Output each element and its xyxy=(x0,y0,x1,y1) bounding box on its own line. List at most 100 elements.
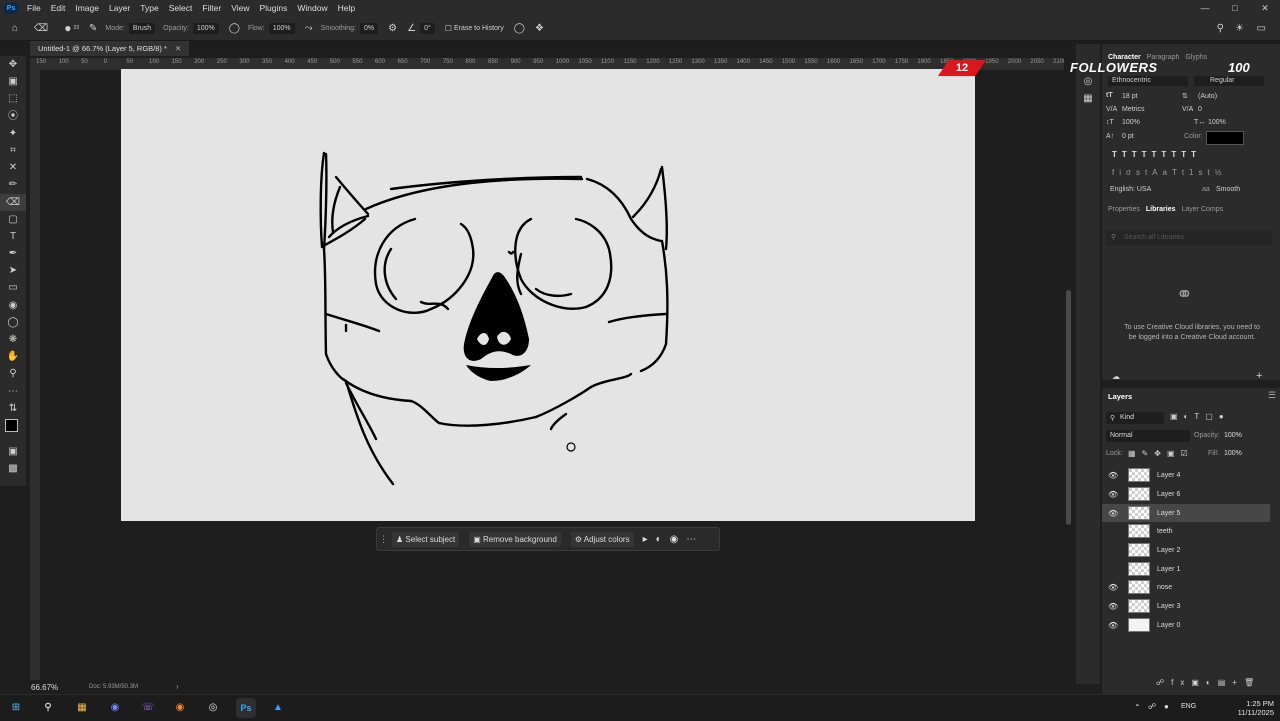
quick-selection-tool-icon[interactable]: ✦ xyxy=(0,125,26,142)
menu-help[interactable]: Help xyxy=(338,3,355,13)
screen-mode-icon[interactable]: ▩ xyxy=(0,460,26,477)
gradient-tool-icon[interactable]: ▢ xyxy=(0,211,26,228)
baseline-shift-value[interactable]: 0 pt xyxy=(1122,133,1134,140)
vertical-scale-value[interactable]: 100% xyxy=(1122,119,1140,126)
menu-layer[interactable]: Layer xyxy=(109,3,130,13)
layer-row-selected[interactable]: 👁 Layer 5 xyxy=(1102,504,1270,522)
angle-field[interactable]: 0° xyxy=(420,22,435,34)
panel-menu-icon[interactable]: ☰ xyxy=(1268,390,1276,401)
opentype-buttons[interactable]: fiσstAaTt1st½ xyxy=(1112,168,1226,177)
paint-bucket-tool-icon[interactable]: ◉ xyxy=(0,297,26,314)
menu-edit[interactable]: Edit xyxy=(51,3,66,13)
libraries-search-input[interactable]: ⚲ Search all Libraries xyxy=(1106,230,1272,246)
layer-row[interactable]: 👁 Layer 6 xyxy=(1102,485,1270,503)
eraser-tool-icon[interactable]: ⌫ xyxy=(0,193,26,211)
eye-icon[interactable]: 👁 xyxy=(1108,471,1118,480)
vertical-scrollbar[interactable] xyxy=(1066,290,1071,525)
layer-row[interactable]: Layer 2 xyxy=(1102,541,1270,559)
ellipse-tool-icon[interactable]: ◯ xyxy=(0,314,26,331)
language-select[interactable]: English: USA xyxy=(1110,186,1151,193)
symmetry-icon[interactable]: ❖ xyxy=(535,23,544,34)
rectangle-tool-icon[interactable]: ▭ xyxy=(0,279,26,296)
layer-row[interactable]: Layer 1 xyxy=(1102,560,1270,578)
path-selection-tool-icon[interactable]: ➤ xyxy=(0,262,26,279)
eye-icon[interactable]: 👁 xyxy=(1108,602,1118,611)
obs-icon[interactable]: ◎ xyxy=(203,698,223,718)
menu-select[interactable]: Select xyxy=(169,3,193,13)
eye-icon[interactable]: 👁 xyxy=(1108,490,1118,499)
layer-row[interactable]: 👁 Layer 3 xyxy=(1102,597,1270,615)
faux-style-buttons[interactable]: TTTTTTTTT xyxy=(1112,150,1201,159)
quick-mask-icon[interactable]: ▣ xyxy=(0,443,26,460)
layers-footer-buttons[interactable]: ☍fx▣◐▤+🗑 xyxy=(1156,678,1261,687)
minimize-icon[interactable]: — xyxy=(1190,0,1220,16)
mask-icon[interactable]: ◉ xyxy=(670,534,679,545)
swap-colors-icon[interactable]: ⇅ xyxy=(0,400,26,417)
more-tools-icon[interactable]: ⋯ xyxy=(0,383,26,400)
move-tool-icon[interactable]: ✥ xyxy=(0,56,26,73)
workspace-icon[interactable]: ▭ xyxy=(1257,23,1266,34)
close-icon[interactable]: ✕ xyxy=(1250,0,1280,16)
file-explorer-icon[interactable]: ▦ xyxy=(72,698,92,718)
microphone-icon[interactable]: ● xyxy=(1164,702,1169,711)
mode-select[interactable]: Brush xyxy=(128,22,156,34)
horizontal-scale-value[interactable]: 100% xyxy=(1208,119,1226,126)
transform-icon[interactable]: ▸ xyxy=(643,534,648,545)
maximize-icon[interactable]: □ xyxy=(1220,0,1250,16)
tab-properties[interactable]: Properties xyxy=(1108,206,1140,213)
eye-icon[interactable]: 👁 xyxy=(1108,583,1118,592)
layer-row[interactable]: 👁 Layer 4 xyxy=(1102,466,1270,484)
flow-field[interactable]: 100% xyxy=(268,22,295,34)
lasso-tool-icon[interactable]: ⦿ xyxy=(0,108,26,125)
discover-icon[interactable]: ☀ xyxy=(1235,23,1244,34)
search-icon[interactable]: ⚲ xyxy=(1217,23,1224,34)
viber-icon[interactable]: ☏ xyxy=(138,698,158,718)
layer-filter-icons[interactable]: ▣◐T▢● xyxy=(1170,412,1230,421)
custom-shape-tool-icon[interactable]: ❋ xyxy=(0,331,26,348)
document-canvas[interactable] xyxy=(121,69,975,521)
opacity-field[interactable]: 100% xyxy=(192,22,219,34)
layer-row[interactable]: teeth xyxy=(1102,522,1270,540)
select-subject-button[interactable]: ♟ Select subject xyxy=(392,531,460,547)
filter-kind-select[interactable]: ⚲ Kind xyxy=(1106,412,1164,424)
paragraph-panel-icon[interactable]: ▦ xyxy=(1076,93,1100,104)
search-icon[interactable]: ⚲ xyxy=(38,698,58,718)
menu-window[interactable]: Window xyxy=(297,3,327,13)
clock[interactable]: 1:25 PM 11/11/2025 xyxy=(1238,699,1274,717)
layer-row[interactable]: 👁 Layer 0 xyxy=(1102,616,1270,634)
marquee-tool-icon[interactable]: ⬚ xyxy=(0,90,26,107)
photoshop-taskbar-icon[interactable]: Ps xyxy=(236,698,256,718)
close-tab-icon[interactable]: ✕ xyxy=(175,44,181,53)
leading-value[interactable]: (Auto) xyxy=(1198,93,1217,100)
cloud-icon[interactable]: ☁ xyxy=(1112,372,1120,381)
tab-layer-comps[interactable]: Layer Comps xyxy=(1181,206,1223,213)
text-color-swatch[interactable] xyxy=(1206,131,1244,145)
windows-start-icon[interactable]: ⊞ xyxy=(6,698,26,718)
eye-icon[interactable]: 👁 xyxy=(1108,509,1118,518)
network-icon[interactable]: ☍ xyxy=(1148,702,1156,711)
eraser-tool-icon[interactable]: ⌫ xyxy=(34,23,48,34)
menu-type[interactable]: Type xyxy=(140,3,158,13)
pen-tool-icon[interactable]: ✒ xyxy=(0,245,26,262)
foreground-color-swatch[interactable] xyxy=(5,418,18,432)
add-library-icon[interactable]: + xyxy=(1256,370,1262,382)
crop-tool-icon[interactable]: ⌗ xyxy=(0,142,26,159)
font-size-value[interactable]: 18 pt xyxy=(1122,93,1138,100)
menu-view[interactable]: View xyxy=(231,3,249,13)
kerning-value[interactable]: Metrics xyxy=(1122,106,1145,113)
menu-filter[interactable]: Filter xyxy=(202,3,221,13)
menu-image[interactable]: Image xyxy=(75,3,99,13)
smoothing-field[interactable]: 0% xyxy=(360,22,379,34)
language-indicator[interactable]: ENG xyxy=(1181,703,1196,710)
adjust-colors-button[interactable]: ⚙ Adjust colors xyxy=(570,531,634,547)
lock-icons[interactable]: ▦✎✥▣☑ xyxy=(1128,449,1194,458)
blend-mode-select[interactable]: Normal xyxy=(1106,430,1190,442)
airbrush-icon[interactable]: ⤳ xyxy=(305,23,313,34)
pressure-opacity-icon[interactable]: ◯ xyxy=(229,23,240,34)
brush-settings-icon[interactable]: ✎ xyxy=(89,23,97,34)
antialias-select[interactable]: Smooth xyxy=(1216,186,1240,193)
zoom-level[interactable]: 66.67% xyxy=(31,683,58,692)
more-options-icon[interactable]: ⋯ xyxy=(686,534,696,545)
brush-tool-icon[interactable]: ✏ xyxy=(0,176,26,193)
menu-file[interactable]: File xyxy=(27,3,41,13)
